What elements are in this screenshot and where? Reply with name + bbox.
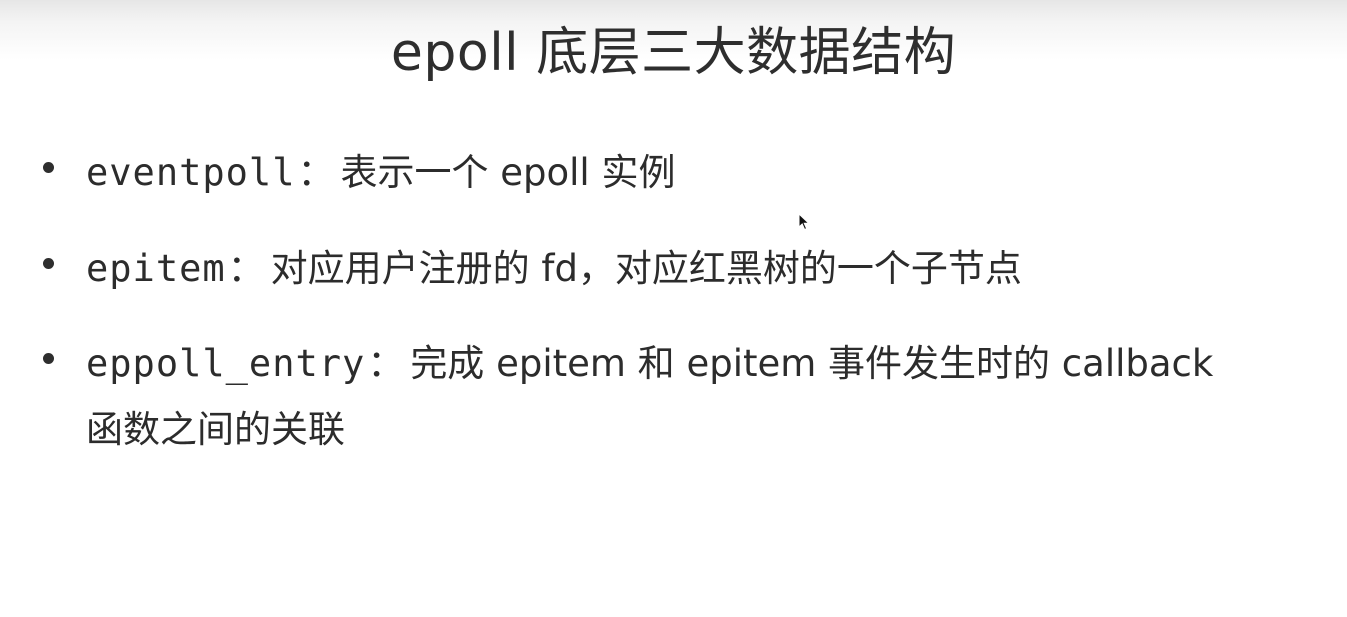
term-description: 对应用户注册的 fd，对应红黑树的一个子节点: [270, 247, 1022, 290]
bullet-text: eventpoll： 表示一个 epoll 实例: [86, 140, 1326, 206]
bullet-dot-icon: [43, 162, 54, 173]
slide: epoll 底层三大数据结构 eventpoll： 表示一个 epoll 实例 e…: [0, 0, 1347, 617]
bullet-text: eppoll_entry： 完成 epitem 和 epitem 事件发生时的 c…: [86, 331, 1326, 463]
term-description-continued: 函数之间的关联: [86, 408, 345, 451]
mouse-pointer-icon: [798, 213, 810, 231]
term-separator: ：: [367, 342, 405, 385]
term-description: 完成 epitem 和 epitem 事件发生时的 callback: [410, 342, 1214, 385]
term-separator: ：: [227, 247, 265, 290]
term-description: 表示一个 epoll 实例: [340, 151, 676, 194]
term-code: eppoll_entry: [86, 342, 366, 385]
bullet-list: eventpoll： 表示一个 epoll 实例 epitem： 对应用户注册的 f…: [0, 0, 1347, 617]
term-separator: ：: [297, 151, 335, 194]
term-code: epitem: [86, 247, 226, 290]
bullet-dot-icon: [43, 353, 54, 364]
term-code: eventpoll: [86, 151, 296, 194]
bullet-dot-icon: [43, 258, 54, 269]
bullet-text: epitem： 对应用户注册的 fd，对应红黑树的一个子节点: [86, 236, 1326, 302]
